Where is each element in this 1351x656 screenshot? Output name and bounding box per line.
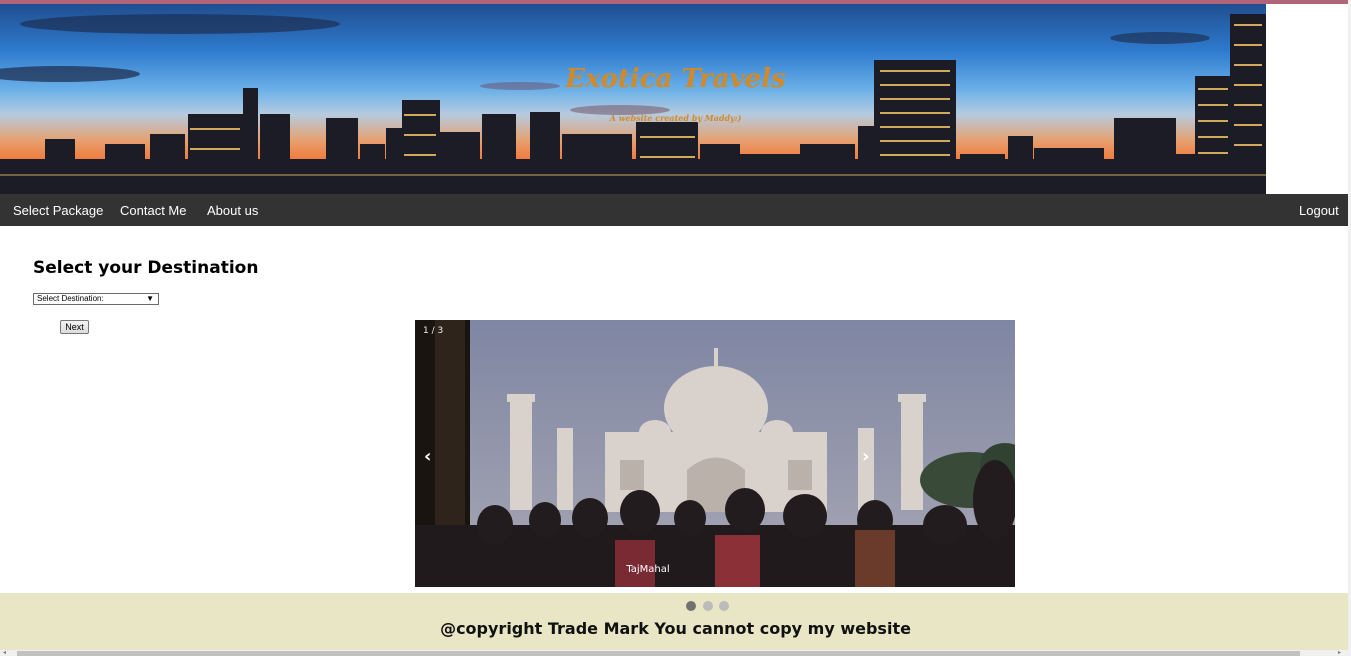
- dropdown-arrow-icon: ▼: [146, 294, 154, 303]
- scrollbar-thumb[interactable]: [17, 651, 1300, 656]
- horizontal-scrollbar[interactable]: ◂ ▸: [0, 650, 1351, 656]
- logout-link[interactable]: Logout: [1299, 194, 1339, 226]
- copyright-text: @copyright Trade Mark You cannot copy my…: [440, 619, 911, 638]
- taj-mahal-image: [415, 320, 1015, 587]
- site-title: Exotica Travels: [565, 64, 786, 94]
- destination-select[interactable]: Select Destination: ▼: [33, 293, 159, 305]
- page: Exotica Travels A website created by Mad…: [0, 0, 1351, 656]
- slide-dot-3[interactable]: [719, 601, 729, 611]
- destination-heading: Select your Destination: [33, 258, 259, 278]
- scroll-right-icon[interactable]: ▸: [1338, 650, 1341, 656]
- slide-dot-1[interactable]: [686, 601, 696, 611]
- scroll-left-icon[interactable]: ◂: [3, 650, 6, 656]
- nav-contact-me[interactable]: Contact Me: [120, 194, 186, 226]
- slide-caption: TajMahal: [626, 564, 670, 575]
- slide-counter: 1 / 3: [423, 326, 444, 336]
- slideshow: 1 / 3 ‹ › TajMahal: [415, 320, 1015, 587]
- slide-dot-2[interactable]: [703, 601, 713, 611]
- prev-arrow-icon[interactable]: ‹: [424, 446, 431, 467]
- nav-bar: Select Package Contact Me About us Logou…: [0, 194, 1348, 226]
- destination-select-value: Select Destination:: [37, 294, 104, 303]
- next-arrow-icon[interactable]: ›: [862, 446, 869, 467]
- city-skyline-image: [0, 14, 1266, 194]
- nav-about-us[interactable]: About us: [207, 194, 258, 226]
- header-banner: [0, 4, 1266, 194]
- site-subtitle: A website created by Maddy:): [609, 113, 742, 123]
- nav-select-package[interactable]: Select Package: [13, 194, 103, 226]
- next-button[interactable]: Next: [60, 320, 89, 334]
